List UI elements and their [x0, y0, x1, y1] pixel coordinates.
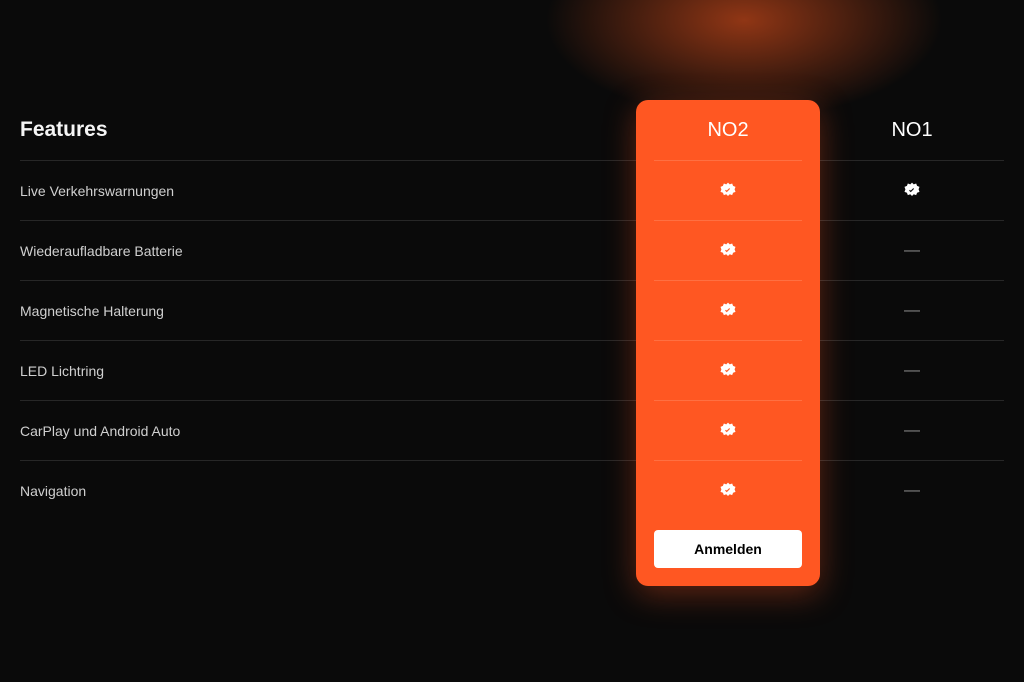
highlight-cell: [654, 400, 802, 460]
other-header: NO1: [820, 100, 1004, 160]
features-header: Features: [20, 100, 636, 160]
features-column: Features Live Verkehrswarnungen Wiederau…: [20, 100, 636, 586]
feature-row: Live Verkehrswarnungen: [20, 160, 636, 220]
signup-button[interactable]: Anmelden: [654, 530, 802, 568]
check-badge-icon: [718, 301, 738, 321]
dash-icon: —: [904, 422, 920, 440]
other-cell: —: [820, 280, 1004, 340]
feature-label: LED Lichtring: [20, 363, 104, 379]
feature-label: CarPlay und Android Auto: [20, 423, 180, 439]
dash-icon: —: [904, 242, 920, 260]
other-cell: —: [820, 460, 1004, 520]
dash-icon: —: [904, 362, 920, 380]
highlight-cell: [654, 340, 802, 400]
feature-row: Wiederaufladbare Batterie: [20, 220, 636, 280]
feature-row: LED Lichtring: [20, 340, 636, 400]
check-badge-icon: [718, 421, 738, 441]
highlight-cell: [654, 280, 802, 340]
highlight-header: NO2: [654, 100, 802, 160]
feature-label: Navigation: [20, 483, 86, 499]
other-cell: —: [820, 340, 1004, 400]
check-badge-icon: [718, 181, 738, 201]
feature-label: Live Verkehrswarnungen: [20, 183, 174, 199]
check-badge-icon: [718, 481, 738, 501]
features-title: Features: [20, 118, 108, 142]
highlight-column: NO2: [636, 100, 820, 586]
other-cell: [820, 160, 1004, 220]
highlight-cell: [654, 160, 802, 220]
other-title: NO1: [891, 119, 932, 142]
cta-row: Anmelden: [654, 520, 802, 568]
dash-icon: —: [904, 482, 920, 500]
highlight-cell: [654, 460, 802, 520]
feature-row: Navigation: [20, 460, 636, 520]
check-badge-icon: [718, 241, 738, 261]
feature-label: Magnetische Halterung: [20, 303, 164, 319]
other-column: NO1 — — — — —: [820, 100, 1004, 586]
feature-label: Wiederaufladbare Batterie: [20, 243, 183, 259]
check-badge-icon: [718, 361, 738, 381]
dash-icon: —: [904, 302, 920, 320]
check-badge-icon: [902, 181, 922, 201]
feature-row: Magnetische Halterung: [20, 280, 636, 340]
highlight-title: NO2: [707, 119, 748, 142]
feature-row: CarPlay und Android Auto: [20, 400, 636, 460]
highlight-cell: [654, 220, 802, 280]
comparison-table: Features Live Verkehrswarnungen Wiederau…: [0, 0, 1024, 586]
other-cell: —: [820, 400, 1004, 460]
other-cell: —: [820, 220, 1004, 280]
